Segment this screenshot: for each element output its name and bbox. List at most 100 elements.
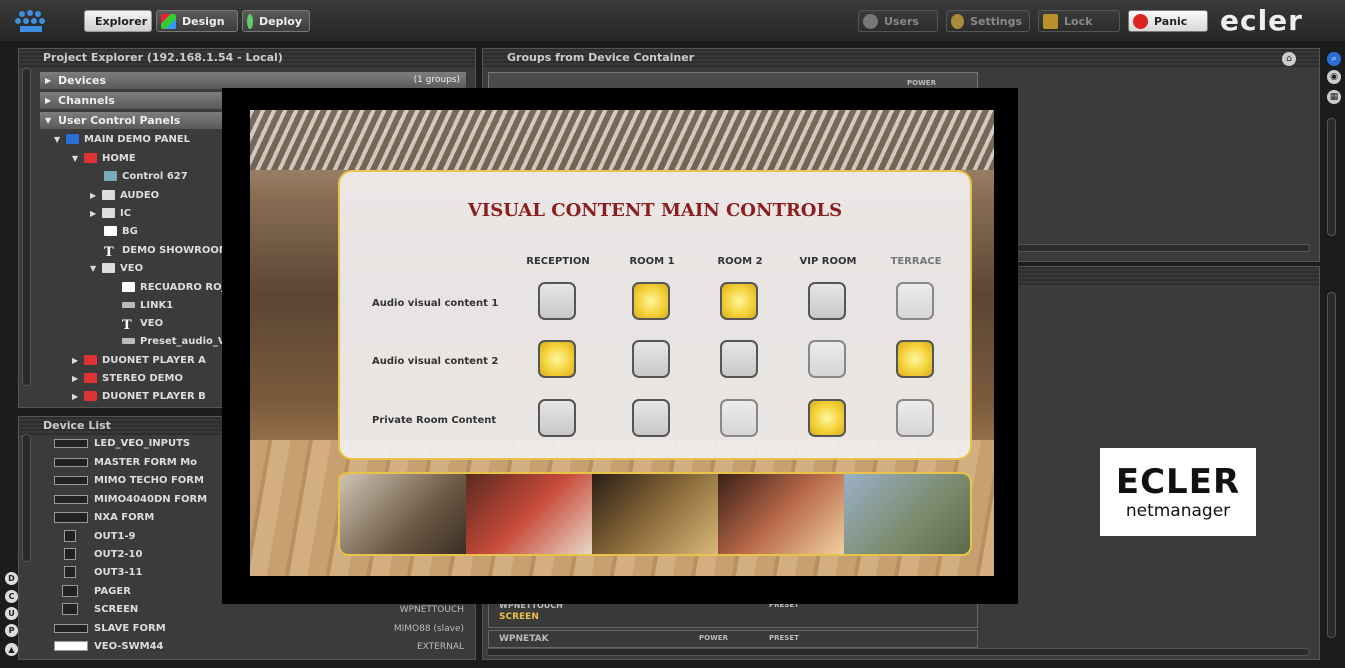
grid-icon[interactable]: ▦	[1327, 90, 1341, 104]
ceiling-slats	[250, 110, 994, 170]
column-header: RECEPTION	[526, 256, 590, 267]
project-explorer-scrollbar[interactable]	[22, 68, 31, 386]
column-header: VIP ROOM	[799, 256, 857, 267]
device-list-scrollbar[interactable]	[22, 434, 31, 562]
design-button[interactable]: Design	[156, 10, 238, 32]
tree-audeo[interactable]: ▶ AUDEO	[90, 188, 159, 204]
device-item[interactable]: SLAVE FORM MIMO88 (slave)	[54, 621, 464, 637]
section-devices[interactable]: ▶ Devices (1 groups)	[40, 72, 466, 89]
device-icon	[54, 457, 88, 467]
content-toggle-button[interactable]	[896, 399, 934, 437]
lock-icon	[1043, 13, 1058, 29]
toggle-icon[interactable]: ◉	[1327, 70, 1341, 84]
tree-duonet-player-b[interactable]: ▶ DUONET PLAYER B	[72, 389, 206, 405]
content-toggle-button[interactable]	[538, 282, 576, 320]
content-toggle-button[interactable]	[720, 282, 758, 320]
photo-strip	[338, 472, 972, 556]
side-button-c[interactable]: C	[5, 590, 18, 603]
tree-preset-audio[interactable]: Preset_audio_VE	[122, 334, 232, 350]
tree-bg[interactable]: BG	[104, 224, 138, 240]
expand-arrow-icon: ▶	[45, 76, 52, 85]
content-toggle-button[interactable]	[538, 340, 576, 378]
image-icon	[104, 171, 117, 181]
canvas-vscrollbar[interactable]	[1327, 292, 1336, 638]
panic-icon	[1133, 13, 1148, 29]
device-icon	[54, 641, 88, 651]
device-icon	[64, 566, 76, 578]
content-toggle-button[interactable]	[632, 282, 670, 320]
content-toggle-button[interactable]	[896, 340, 934, 378]
content-toggle-button[interactable]	[720, 340, 758, 378]
lock-button[interactable]: Lock	[1038, 10, 1120, 32]
tree-link1[interactable]: LINK1	[122, 298, 173, 314]
ecler-netmanager-logo: ECLER netmanager	[1100, 448, 1256, 536]
content-toggle-button[interactable]	[632, 399, 670, 437]
top-toolbar: Explorer Design Deploy Users Settings Lo…	[0, 0, 1345, 43]
tree-demo-showroom[interactable]: T DEMO SHOWROOM I	[104, 243, 236, 260]
tree-control-627[interactable]: Control 627	[104, 169, 188, 185]
deploy-button[interactable]: Deploy	[242, 10, 310, 32]
preset-icon	[122, 338, 135, 344]
app-logo-icon	[15, 10, 45, 32]
tree-stereo-demo[interactable]: ▶ STEREO DEMO	[72, 371, 183, 387]
device-item[interactable]: SCREEN WPNETTOUCH	[54, 602, 464, 618]
device-icon	[64, 548, 76, 560]
panel-icon	[84, 153, 97, 163]
content-toggle-button[interactable]	[808, 399, 846, 437]
groups-title: Groups from Device Container	[483, 49, 1319, 67]
groups-vscrollbar[interactable]	[1327, 118, 1336, 236]
panel-title: VISUAL CONTENT MAIN CONTROLS	[467, 200, 843, 221]
eject-icon[interactable]: ▲	[5, 643, 18, 656]
rectangle-icon	[104, 226, 117, 236]
photo-vip-room	[718, 474, 844, 554]
content-toggle-button[interactable]	[808, 282, 846, 320]
home-icon[interactable]: ⌂	[1282, 52, 1296, 66]
users-button[interactable]: Users	[858, 10, 938, 32]
collapse-arrow-icon: ▼	[45, 116, 52, 125]
device-icon	[62, 603, 78, 615]
device-icon	[54, 623, 88, 633]
folder-icon	[102, 190, 115, 200]
content-toggle-button[interactable]	[896, 282, 934, 320]
rectangle-icon	[122, 282, 135, 292]
collapse-arrow-icon: ▼	[90, 264, 97, 273]
canvas-hscrollbar[interactable]	[486, 648, 1310, 656]
tree-veo-text[interactable]: T VEO	[122, 316, 163, 333]
device-icon	[54, 494, 88, 504]
panel-icon	[66, 134, 79, 144]
device-icon	[54, 511, 88, 523]
tree-veo-folder[interactable]: ▼ VEO	[90, 261, 143, 277]
tree-main-demo-panel[interactable]: ▼ MAIN DEMO PANEL	[54, 132, 190, 148]
device-icon	[64, 530, 76, 542]
explorer-button[interactable]: Explorer	[84, 10, 152, 32]
side-button-p[interactable]: P	[5, 624, 18, 637]
project-explorer-title: Project Explorer (192.168.1.54 - Local)	[19, 49, 475, 67]
panic-button[interactable]: Panic	[1128, 10, 1208, 32]
settings-button[interactable]: Settings	[946, 10, 1030, 32]
tree-recuadro-rojo[interactable]: RECUADRO ROJO	[122, 280, 234, 296]
column-header: ROOM 1	[629, 256, 675, 267]
device-item[interactable]: VEO-SWM44 EXTERNAL	[54, 639, 464, 655]
expand-arrow-icon: ▶	[90, 209, 97, 218]
users-icon	[863, 13, 878, 29]
text-icon: T	[104, 245, 114, 260]
tree-ic[interactable]: ▶ IC	[90, 206, 131, 222]
content-toggle-button[interactable]	[632, 340, 670, 378]
content-toggle-button[interactable]	[808, 340, 846, 378]
content-toggle-button[interactable]	[538, 399, 576, 437]
ecler-logo: ecler	[1220, 4, 1303, 37]
content-toggle-button[interactable]	[720, 399, 758, 437]
expand-arrow-icon: ▶	[72, 392, 79, 401]
column-header: TERRACE	[890, 256, 942, 267]
device-icon	[62, 585, 78, 597]
tree-duonet-player-a[interactable]: ▶ DUONET PLAYER A	[72, 353, 206, 369]
zoom-icon[interactable]: ⌕	[1327, 52, 1341, 66]
group-wpnetak-row: WPNETAK POWER PRESET	[488, 630, 978, 648]
tree-home[interactable]: ▼ HOME	[72, 151, 136, 167]
row-header: Audio visual content 1	[372, 298, 499, 309]
side-button-u[interactable]: U	[5, 607, 18, 620]
folder-icon	[102, 263, 115, 273]
expand-arrow-icon: ▶	[72, 374, 79, 383]
side-button-d[interactable]: D	[5, 572, 18, 585]
link-icon	[122, 302, 135, 308]
